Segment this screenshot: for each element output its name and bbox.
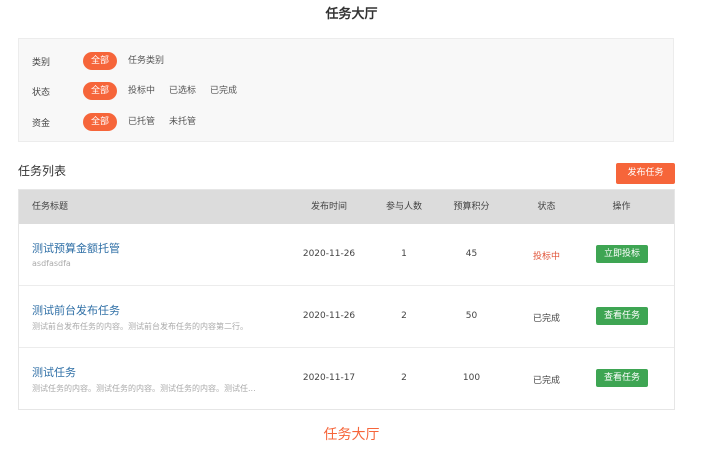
filter-funding-not-escrowed[interactable]: 未托管 xyxy=(166,113,199,131)
task-title-link[interactable]: 测试前台发布任务 xyxy=(32,302,120,318)
publish-task-button[interactable]: 发布任务 xyxy=(616,163,675,184)
task-status: 已完成 xyxy=(532,376,560,386)
column-header-date: 发布时间 xyxy=(310,202,347,212)
task-title-link[interactable]: 测试预算金额托管 xyxy=(32,240,120,256)
task-table: 任务标题 发布时间 参与人数 预算积分 状态 操作 测试预算金额托管 asdfa… xyxy=(18,189,675,410)
filter-status-completed[interactable]: 已完成 xyxy=(207,82,240,100)
filter-row-funding: 资金 全部 已托管 未托管 xyxy=(32,113,207,131)
filter-category-task-type[interactable]: 任务类别 xyxy=(125,52,167,70)
task-description: 测试任务的内容。测试任务的内容。测试任务的内容。测试任... xyxy=(32,384,256,393)
filter-row-category: 类别 全部 任务类别 xyxy=(32,52,175,70)
task-budget: 50 xyxy=(465,311,478,321)
table-row: 测试前台发布任务 测试前台发布任务的内容。测试前台发布任务的内容第二行。 202… xyxy=(19,286,674,348)
task-description: asdfasdfa xyxy=(32,259,71,268)
task-description: 测试前台发布任务的内容。测试前台发布任务的内容第二行。 xyxy=(32,322,248,331)
task-date: 2020-11-26 xyxy=(302,249,356,259)
task-budget: 45 xyxy=(465,249,478,259)
filter-category-all[interactable]: 全部 xyxy=(83,52,118,70)
column-header-status: 状态 xyxy=(537,202,556,212)
task-participants: 1 xyxy=(401,249,407,259)
filter-row-status: 状态 全部 投标中 已选标 已完成 xyxy=(32,82,248,100)
column-header-title: 任务标题 xyxy=(32,202,69,212)
column-header-budget: 预算积分 xyxy=(453,202,490,212)
task-list-title: 任务列表 xyxy=(18,164,67,178)
task-status: 投标中 xyxy=(532,252,560,262)
filter-panel: 类别 全部 任务类别 状态 全部 投标中 已选标 已完成 资金 全部 已托管 未… xyxy=(18,38,674,142)
task-status: 已完成 xyxy=(532,314,560,324)
table-row: 测试预算金额托管 asdfasdfa 2020-11-26 1 45 投标中 立… xyxy=(19,224,674,286)
task-participants: 2 xyxy=(401,373,407,383)
view-task-button[interactable]: 查看任务 xyxy=(596,369,648,387)
column-header-participants: 参与人数 xyxy=(385,202,422,212)
task-date: 2020-11-26 xyxy=(302,311,356,321)
table-header: 任务标题 发布时间 参与人数 预算积分 状态 操作 xyxy=(19,190,674,224)
filter-label: 类别 xyxy=(32,57,51,68)
task-title-link[interactable]: 测试任务 xyxy=(32,364,76,380)
task-date: 2020-11-17 xyxy=(302,373,356,383)
task-budget: 100 xyxy=(462,373,481,383)
filter-label: 状态 xyxy=(32,87,51,98)
filter-label: 资金 xyxy=(32,118,51,129)
filter-funding-escrowed[interactable]: 已托管 xyxy=(125,113,158,131)
footer-caption: 任务大厅 xyxy=(323,427,380,443)
task-participants: 2 xyxy=(401,311,407,321)
filter-status-selected[interactable]: 已选标 xyxy=(166,82,199,100)
column-header-actions: 操作 xyxy=(612,202,631,212)
view-task-button[interactable]: 查看任务 xyxy=(596,307,648,325)
filter-status-bidding[interactable]: 投标中 xyxy=(125,82,158,100)
bid-now-button[interactable]: 立即投标 xyxy=(596,245,648,263)
page-title: 任务大厅 xyxy=(325,7,378,22)
filter-status-all[interactable]: 全部 xyxy=(83,82,118,100)
table-row: 测试任务 测试任务的内容。测试任务的内容。测试任务的内容。测试任... 2020… xyxy=(19,348,674,409)
filter-funding-all[interactable]: 全部 xyxy=(83,113,118,131)
